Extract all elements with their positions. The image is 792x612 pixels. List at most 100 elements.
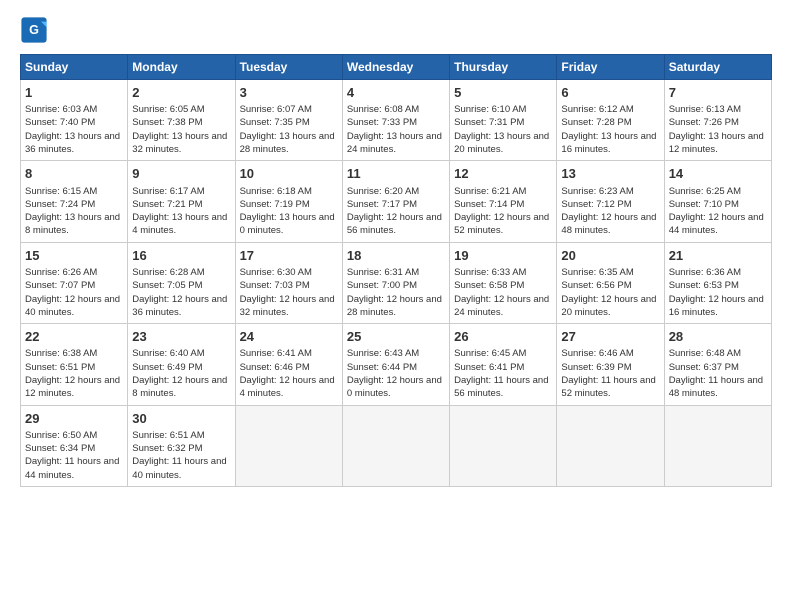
day-number: 10 [240,165,338,183]
calendar-cell: 17Sunrise: 6:30 AMSunset: 7:03 PMDayligh… [235,242,342,323]
day-number: 16 [132,247,230,265]
daylight-label: Daylight: 12 hours and 20 minutes. [561,294,656,318]
sunset-label: Sunset: 6:56 PM [561,280,631,291]
sunrise-label: Sunrise: 6:46 AM [561,348,633,359]
sunrise-label: Sunrise: 6:28 AM [132,267,204,278]
sunset-label: Sunset: 6:44 PM [347,362,417,373]
day-number: 29 [25,410,123,428]
daylight-label: Daylight: 11 hours and 52 minutes. [561,375,655,399]
daylight-label: Daylight: 13 hours and 20 minutes. [454,131,549,155]
sunrise-label: Sunrise: 6:35 AM [561,267,633,278]
calendar-row-1: 1 Sunrise: 6:03 AM Sunset: 7:40 PM Daylight… [21,80,772,161]
calendar-cell: 20 Sunrise: 6:35 AM Sunset: 6:56 PM Dayligh… [557,242,664,323]
calendar-cell: 5Sunrise: 6:10 AMSunset: 7:31 PMDaylight… [450,80,557,161]
sunrise-label: Sunrise: 6:07 AM [240,104,312,115]
day-number: 9 [132,165,230,183]
sunrise-label: Sunrise: 6:21 AM [454,186,526,197]
calendar-cell: 7Sunrise: 6:13 AMSunset: 7:26 PMDaylight… [664,80,771,161]
calendar-cell: 27Sunrise: 6:46 AMSunset: 6:39 PMDayligh… [557,324,664,405]
calendar-cell: 18Sunrise: 6:31 AMSunset: 7:00 PMDayligh… [342,242,449,323]
calendar-cell [450,405,557,486]
sunset-label: Sunset: 7:38 PM [132,117,202,128]
calendar-cell: 1Sunrise: 6:03 AMSunset: 7:40 PMDaylight… [21,80,128,161]
day-number: 14 [669,165,767,183]
calendar-cell: 2Sunrise: 6:05 AMSunset: 7:38 PMDaylight… [128,80,235,161]
daylight-label: Daylight: 12 hours and 44 minutes. [669,212,764,236]
calendar-cell: 30Sunrise: 6:51 AMSunset: 6:32 PMDayligh… [128,405,235,486]
sunrise-label: Sunrise: 6:30 AM [240,267,312,278]
calendar-cell: 26Sunrise: 6:45 AMSunset: 6:41 PMDayligh… [450,324,557,405]
sunset-label: Sunset: 6:53 PM [669,280,739,291]
sunset-label: Sunset: 6:49 PM [132,362,202,373]
daylight-label: Daylight: 11 hours and 48 minutes. [669,375,763,399]
calendar-row-2: 8Sunrise: 6:15 AMSunset: 7:24 PMDaylight… [21,161,772,242]
sunset-label: Sunset: 7:12 PM [561,199,631,210]
col-header-saturday: Saturday [664,55,771,80]
sunrise-label: Sunrise: 6:18 AM [240,186,312,197]
daylight-label: Daylight: 13 hours and 0 minutes. [240,212,335,236]
daylight-label: Daylight: 12 hours and 0 minutes. [347,375,442,399]
calendar-cell: 28Sunrise: 6:48 AMSunset: 6:37 PMDayligh… [664,324,771,405]
sunrise-label: Sunrise: 6:38 AM [25,348,97,359]
calendar-row-4: 22 Sunrise: 6:38 AM Sunset: 6:51 PM Dayligh… [21,324,772,405]
daylight-label: Daylight: 13 hours and 4 minutes. [132,212,227,236]
sunrise-label: Sunrise: 6:08 AM [347,104,419,115]
day-number: 4 [347,84,445,102]
sunset-label: Sunset: 7:26 PM [669,117,739,128]
day-number: 22 [25,328,123,346]
day-number: 26 [454,328,552,346]
day-number: 2 [132,84,230,102]
calendar-cell [235,405,342,486]
sunrise-label: Sunrise: 6:12 AM [561,104,633,115]
sunset-label: Sunset: 7:05 PM [132,280,202,291]
calendar-cell: 6Sunrise: 6:12 AMSunset: 7:28 PMDaylight… [557,80,664,161]
sunrise-label: Sunrise: 6:50 AM [25,430,97,441]
sunrise-label: Sunrise: 6:15 AM [25,186,97,197]
sunrise-label: Sunrise: 6:20 AM [347,186,419,197]
daylight-label: Daylight: 12 hours and 4 minutes. [240,375,335,399]
daylight-label: Daylight: 11 hours and 40 minutes. [132,456,226,480]
sunset-label: Sunset: 6:46 PM [240,362,310,373]
daylight-label: Daylight: 12 hours and 56 minutes. [347,212,442,236]
daylight-label: Daylight: 12 hours and 40 minutes. [25,294,120,318]
sunset-label: Sunset: 6:37 PM [669,362,739,373]
svg-text:G: G [29,23,39,37]
sunset-label: Sunset: 7:40 PM [25,117,95,128]
day-number: 24 [240,328,338,346]
header-row: SundayMondayTuesdayWednesdayThursdayFrid… [21,55,772,80]
sunset-label: Sunset: 7:21 PM [132,199,202,210]
calendar-cell: 3Sunrise: 6:07 AMSunset: 7:35 PMDaylight… [235,80,342,161]
calendar-cell: 11Sunrise: 6:20 AMSunset: 7:17 PMDayligh… [342,161,449,242]
sunrise-label: Sunrise: 6:13 AM [669,104,741,115]
day-number: 1 [25,84,123,102]
calendar-cell [557,405,664,486]
sunset-label: Sunset: 7:33 PM [347,117,417,128]
sunrise-label: Sunrise: 6:25 AM [669,186,741,197]
sunrise-label: Sunrise: 6:03 AM [25,104,97,115]
sunset-label: Sunset: 7:14 PM [454,199,524,210]
sunset-label: Sunset: 7:19 PM [240,199,310,210]
calendar-cell: 4Sunrise: 6:08 AMSunset: 7:33 PMDaylight… [342,80,449,161]
sunset-label: Sunset: 7:35 PM [240,117,310,128]
daylight-label: Daylight: 12 hours and 52 minutes. [454,212,549,236]
sunrise-label: Sunrise: 6:41 AM [240,348,312,359]
calendar-cell: 13Sunrise: 6:23 AMSunset: 7:12 PMDayligh… [557,161,664,242]
calendar-cell: 22Sunrise: 6:38 AMSunset: 6:51 PMDayligh… [21,324,128,405]
sunset-label: Sunset: 6:41 PM [454,362,524,373]
day-number: 17 [240,247,338,265]
daylight-label: Daylight: 11 hours and 56 minutes. [454,375,548,399]
sunrise-label: Sunrise: 6:48 AM [669,348,741,359]
calendar-cell: 8Sunrise: 6:15 AMSunset: 7:24 PMDaylight… [21,161,128,242]
daylight-label: Daylight: 12 hours and 8 minutes. [132,375,227,399]
daylight-label: Daylight: 13 hours and 16 minutes. [561,131,656,155]
sunset-label: Sunset: 7:28 PM [561,117,631,128]
daylight-label: Daylight: 12 hours and 16 minutes. [669,294,764,318]
col-header-friday: Friday [557,55,664,80]
day-number: 20 [561,247,659,265]
calendar-row-5: 29Sunrise: 6:50 AMSunset: 6:34 PMDayligh… [21,405,772,486]
daylight-label: Daylight: 13 hours and 28 minutes. [240,131,335,155]
sunset-label: Sunset: 6:39 PM [561,362,631,373]
day-number: 30 [132,410,230,428]
sunrise-label: Sunrise: 6:17 AM [132,186,204,197]
sunset-label: Sunset: 6:51 PM [25,362,95,373]
